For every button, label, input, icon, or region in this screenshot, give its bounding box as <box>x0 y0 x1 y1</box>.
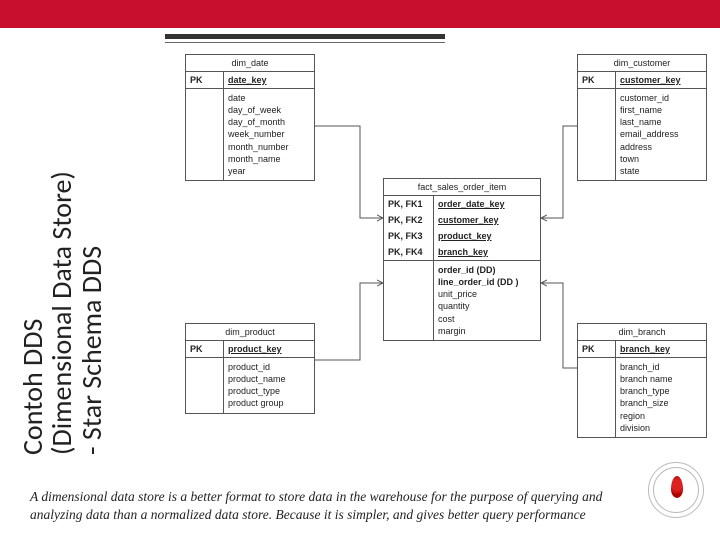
footer-text: A dimensional data store is a better for… <box>30 488 620 524</box>
pk-name: branch_key <box>616 341 674 357</box>
attr-list: customer_id first_name last_name email_a… <box>616 89 683 180</box>
entity-header: fact_sales_order_item <box>384 179 540 196</box>
slide-title: Contoh DDS (Dimensional Data Store) - St… <box>18 171 106 455</box>
pk-label: PK <box>186 72 224 88</box>
title-line-3: - Star Schema DDS <box>74 246 109 455</box>
top-red-bar <box>0 0 720 28</box>
attr-list: date day_of_week day_of_month week_numbe… <box>224 89 293 180</box>
top-accent-lines <box>0 28 720 43</box>
entity-header: dim_date <box>186 55 314 72</box>
entity-header: dim_customer <box>578 55 706 72</box>
university-logo <box>648 462 706 520</box>
attr-list: branch_id branch name branch_type branch… <box>616 358 677 437</box>
entity-dim-product: dim_product PK product_key product_id pr… <box>185 323 315 414</box>
pk-name: product_key <box>224 341 286 357</box>
entity-dim-customer: dim_customer PK customer_key customer_id… <box>577 54 707 181</box>
pk-label: PK <box>578 341 616 357</box>
star-schema-diagram: dim_date PK date_key date day_of_week da… <box>165 48 710 460</box>
pk-name: customer_key <box>616 72 685 88</box>
entity-dim-branch: dim_branch PK branch_key branch_id branc… <box>577 323 707 438</box>
entity-fact-sales-order-item: fact_sales_order_item PK, FK1order_date_… <box>383 178 541 341</box>
measures-list: order_id (DD) line_order_id (DD ) unit_p… <box>434 261 523 340</box>
pk-name: date_key <box>224 72 271 88</box>
entity-dim-date: dim_date PK date_key date day_of_week da… <box>185 54 315 181</box>
pk-label: PK <box>186 341 224 357</box>
entity-header: dim_product <box>186 324 314 341</box>
pk-label: PK <box>578 72 616 88</box>
attr-list: product_id product_name product_type pro… <box>224 358 290 413</box>
entity-header: dim_branch <box>578 324 706 341</box>
